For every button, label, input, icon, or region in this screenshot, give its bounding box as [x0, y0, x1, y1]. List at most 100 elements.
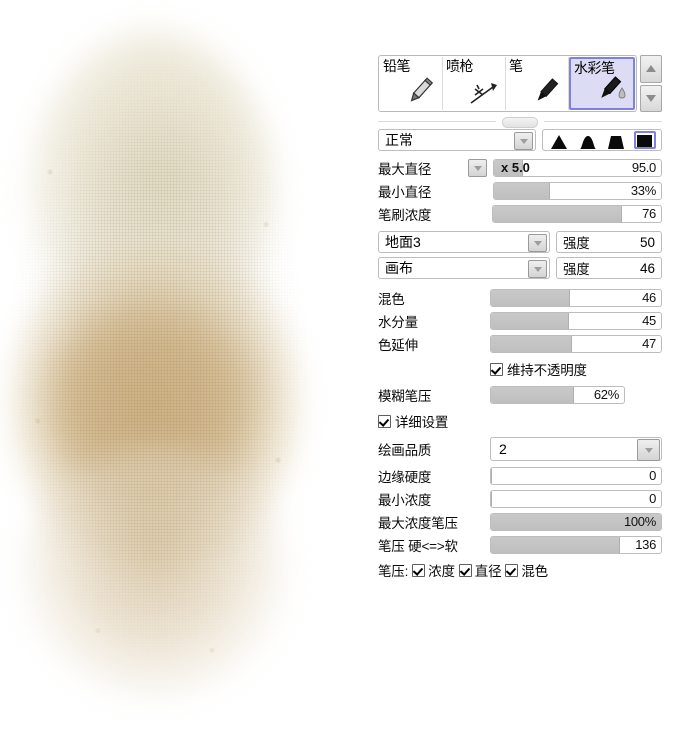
persistence-slider[interactable]: 47: [490, 335, 662, 353]
pencil-icon: [410, 77, 434, 102]
slider-fill: [491, 290, 571, 306]
pressure-density-checkbox[interactable]: [412, 563, 426, 577]
edge-hardness-label: 边缘硬度: [378, 470, 432, 485]
min-density-row: 最小浓度 0: [378, 489, 662, 509]
quality-dropdown-button[interactable]: [637, 439, 660, 461]
blending-slider[interactable]: 46: [490, 289, 662, 307]
detail-settings-row[interactable]: 详细设置: [378, 411, 662, 431]
brush-tab-label: 喷枪: [446, 58, 474, 74]
slider-fill: [491, 387, 575, 403]
edge-hardness-row: 边缘硬度 0: [378, 466, 662, 486]
pressure-toggle-density[interactable]: 浓度: [412, 560, 455, 580]
airbrush-icon: [470, 83, 497, 104]
brush-density-slider[interactable]: 76: [492, 205, 662, 223]
persistence-value: 47: [642, 336, 656, 351]
stroke-bottom-fade: [22, 448, 287, 698]
texture-strength-2[interactable]: 强度 46: [556, 257, 662, 279]
canvas-area[interactable]: [0, 0, 370, 733]
pressure-toggles-row: 笔压: 浓度 直径 混色: [378, 560, 662, 580]
texture-select-2[interactable]: 画布: [378, 257, 550, 279]
brush-tab-pencil[interactable]: 铅笔: [380, 57, 443, 110]
persistence-label: 色延伸: [378, 338, 418, 353]
brush-tab-scroll-buttons: [640, 55, 662, 112]
panel-resize-grip[interactable]: [502, 117, 538, 128]
blending-row: 混色 46: [378, 288, 662, 308]
brush-tab-label: 笔: [509, 58, 523, 74]
slider-fill: [491, 313, 569, 329]
max-density-pressure-value: 100%: [623, 514, 656, 529]
pressure-diameter-checkbox[interactable]: [458, 563, 472, 577]
panel-divider: [378, 115, 662, 129]
blur-pressure-slider[interactable]: 62%: [490, 386, 625, 404]
max-density-pressure-row: 最大浓度笔压 100%: [378, 512, 662, 532]
texture-strength-label: 强度: [563, 262, 590, 277]
detail-settings-label: 详细设置: [395, 415, 449, 430]
min-diameter-label: 最小直径: [378, 185, 432, 200]
brush-shape-group: [542, 129, 662, 151]
brush-density-value: 76: [642, 206, 656, 221]
texture-strength-value: 50: [639, 234, 655, 250]
blending-label: 混色: [378, 292, 405, 307]
pressure-toggle-blending[interactable]: 混色: [505, 560, 548, 580]
shape-flat-square-icon: [637, 135, 653, 147]
min-diameter-value: 33%: [630, 183, 656, 198]
min-diameter-row: 最小直径 33%: [378, 181, 662, 201]
scroll-down-icon: [646, 94, 656, 102]
min-density-slider[interactable]: 0: [490, 490, 662, 508]
scroll-up-button[interactable]: [640, 55, 662, 83]
pressure-hard-soft-value: 136: [635, 537, 656, 552]
max-diameter-slider[interactable]: x 5.0 95.0: [493, 159, 662, 177]
chevron-down-icon: [533, 240, 542, 246]
brush-tab-pen[interactable]: 笔: [506, 57, 569, 110]
brush-tab-watercolor[interactable]: 水彩笔: [569, 57, 635, 110]
shape-flat-square-button[interactable]: [633, 131, 656, 149]
texture-strength-1[interactable]: 强度 50: [556, 231, 662, 253]
pressure-hard-soft-row: 笔压 硬<=>软 136: [378, 535, 662, 555]
pressure-density-label: 浓度: [428, 564, 455, 579]
quality-select[interactable]: 2: [490, 437, 662, 461]
blur-pressure-row: 模糊笔压 62%: [378, 385, 662, 405]
keep-opacity-checkbox[interactable]: [490, 362, 503, 376]
max-diameter-dropdown-button[interactable]: [468, 159, 487, 177]
shape-sharp-peak-button[interactable]: [548, 131, 570, 149]
max-diameter-row: 最大直径 x 5.0 95.0: [378, 158, 662, 178]
brush-tab-airbrush[interactable]: 喷枪: [443, 57, 506, 110]
texture-select-1[interactable]: 地面3: [378, 231, 550, 253]
shape-round-peak-icon: [579, 136, 596, 149]
keep-opacity-label: 维持不透明度: [507, 363, 587, 378]
blend-mode-row: 正常: [378, 129, 662, 151]
keep-opacity-row[interactable]: 维持不透明度: [490, 359, 662, 379]
detail-settings-checkbox[interactable]: [378, 414, 391, 428]
brush-tab-strip: 铅笔 喷枪 笔 水彩笔: [378, 55, 662, 112]
slider-fill: [491, 491, 492, 507]
min-diameter-slider[interactable]: 33%: [493, 182, 662, 200]
dilution-slider[interactable]: 45: [490, 312, 662, 330]
texture-dropdown-button-2[interactable]: [528, 260, 547, 278]
max-density-pressure-slider[interactable]: 100%: [490, 513, 662, 531]
dilution-row: 水分量 45: [378, 311, 662, 331]
pressure-blending-checkbox[interactable]: [505, 563, 519, 577]
texture-row-2: 画布 强度 46: [378, 257, 662, 279]
slider-fill: [491, 468, 492, 484]
texture-dropdown-button-1[interactable]: [528, 234, 547, 252]
pressure-hard-soft-label: 笔压 硬<=>软: [378, 539, 458, 554]
blend-mode-dropdown-button[interactable]: [514, 132, 533, 150]
edge-hardness-slider[interactable]: 0: [490, 467, 662, 485]
quality-label: 绘画品质: [378, 443, 432, 458]
blur-pressure-value: 62%: [593, 387, 619, 402]
texture-name: 地面3: [385, 234, 421, 250]
texture-strength-label: 强度: [563, 236, 590, 251]
blur-pressure-label: 模糊笔压: [378, 389, 432, 404]
pressure-toggle-diameter[interactable]: 直径: [458, 560, 502, 580]
shape-round-peak-button[interactable]: [577, 131, 599, 149]
pressure-hard-soft-slider[interactable]: 136: [490, 536, 662, 554]
blend-mode-select[interactable]: 正常: [378, 129, 536, 151]
scroll-down-button[interactable]: [640, 84, 662, 112]
persistence-row: 色延伸 47: [378, 334, 662, 354]
max-diameter-prefix: x 5.0: [501, 160, 530, 175]
slider-fill: [494, 183, 551, 199]
shape-trapezoid-button[interactable]: [605, 131, 627, 149]
scroll-up-icon: [646, 65, 656, 73]
brush-density-row: 笔刷浓度 76: [378, 204, 662, 224]
brush-density-label: 笔刷浓度: [378, 208, 432, 223]
